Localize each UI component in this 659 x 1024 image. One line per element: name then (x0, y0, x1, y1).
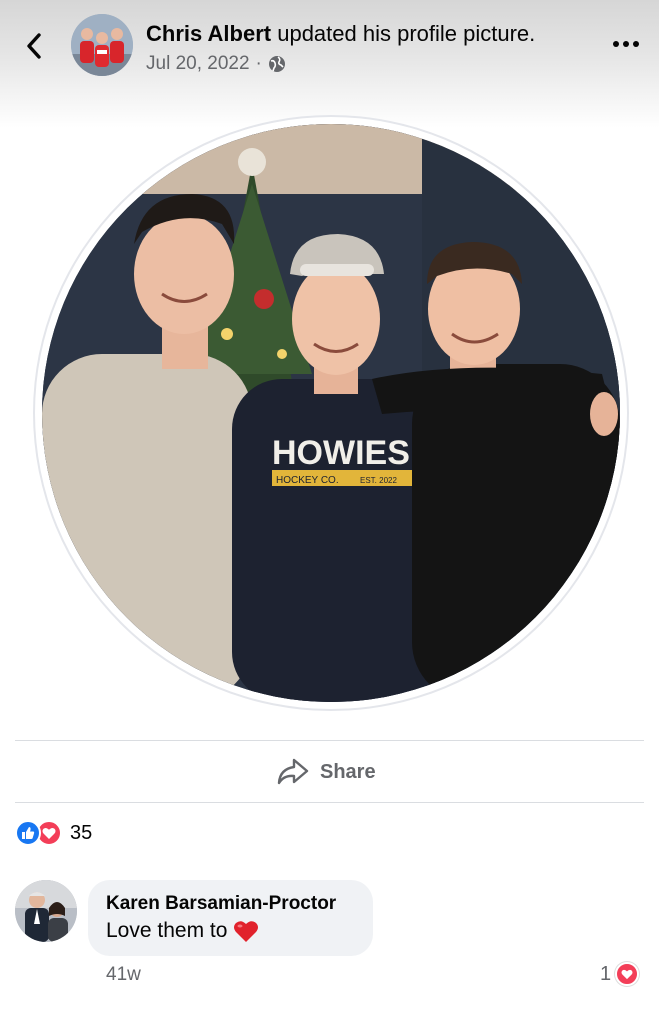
reactions-summary[interactable]: 35 (15, 820, 92, 846)
more-options-button[interactable] (606, 32, 646, 56)
back-button[interactable] (18, 28, 50, 64)
meta-separator: · (255, 53, 262, 74)
like-icon (15, 820, 41, 846)
post-header: Chris Albert updated his profile picture… (0, 0, 659, 128)
comment-timestamp[interactable]: 41w (106, 964, 141, 986)
chevron-left-icon (27, 33, 41, 59)
more-dot (623, 41, 629, 47)
hoodie-text: HOWIES (272, 434, 410, 472)
more-dot (633, 41, 639, 47)
share-button[interactable]: Share (276, 752, 376, 792)
divider-top (15, 740, 644, 741)
commenter-avatar[interactable] (15, 880, 77, 942)
reaction-count: 35 (70, 821, 93, 844)
hoodie-badge: EST. 2022 (360, 476, 397, 485)
hoodie-subtext: HOCKEY CO. (276, 475, 339, 486)
share-label: Share (320, 760, 376, 783)
more-horizontal-icon (613, 41, 619, 47)
comment-bubble[interactable]: Karen Barsamian-Proctor Love them to (88, 880, 373, 956)
comment-text-line: Love them to (106, 916, 355, 946)
profile-picture-image: HOWIES HOCKEY CO. EST. 2022 (42, 124, 620, 702)
love-icon (615, 962, 640, 986)
profile-picture[interactable]: HOWIES HOCKEY CO. EST. 2022 (42, 124, 620, 702)
share-arrow-icon (277, 758, 309, 785)
comment-reaction-count: 1 (600, 962, 612, 985)
author-avatar-image (71, 14, 133, 76)
globe-icon (268, 56, 285, 72)
red-heart-emoji (234, 921, 259, 942)
author-name[interactable]: Chris Albert (146, 21, 271, 46)
post-title: Chris Albert updated his profile picture… (146, 20, 535, 48)
divider-bottom (15, 802, 644, 803)
comment-text: Love them to (106, 919, 228, 942)
post-date[interactable]: Jul 20, 2022 (146, 53, 250, 75)
post-meta: Jul 20, 2022 · (146, 53, 286, 75)
author-avatar[interactable] (71, 14, 133, 76)
comment-reactions[interactable]: 1 (600, 962, 640, 986)
post-action-text: updated his profile picture. (277, 21, 536, 46)
commenter-avatar-image (15, 880, 77, 942)
commenter-name[interactable]: Karen Barsamian-Proctor (106, 892, 355, 916)
